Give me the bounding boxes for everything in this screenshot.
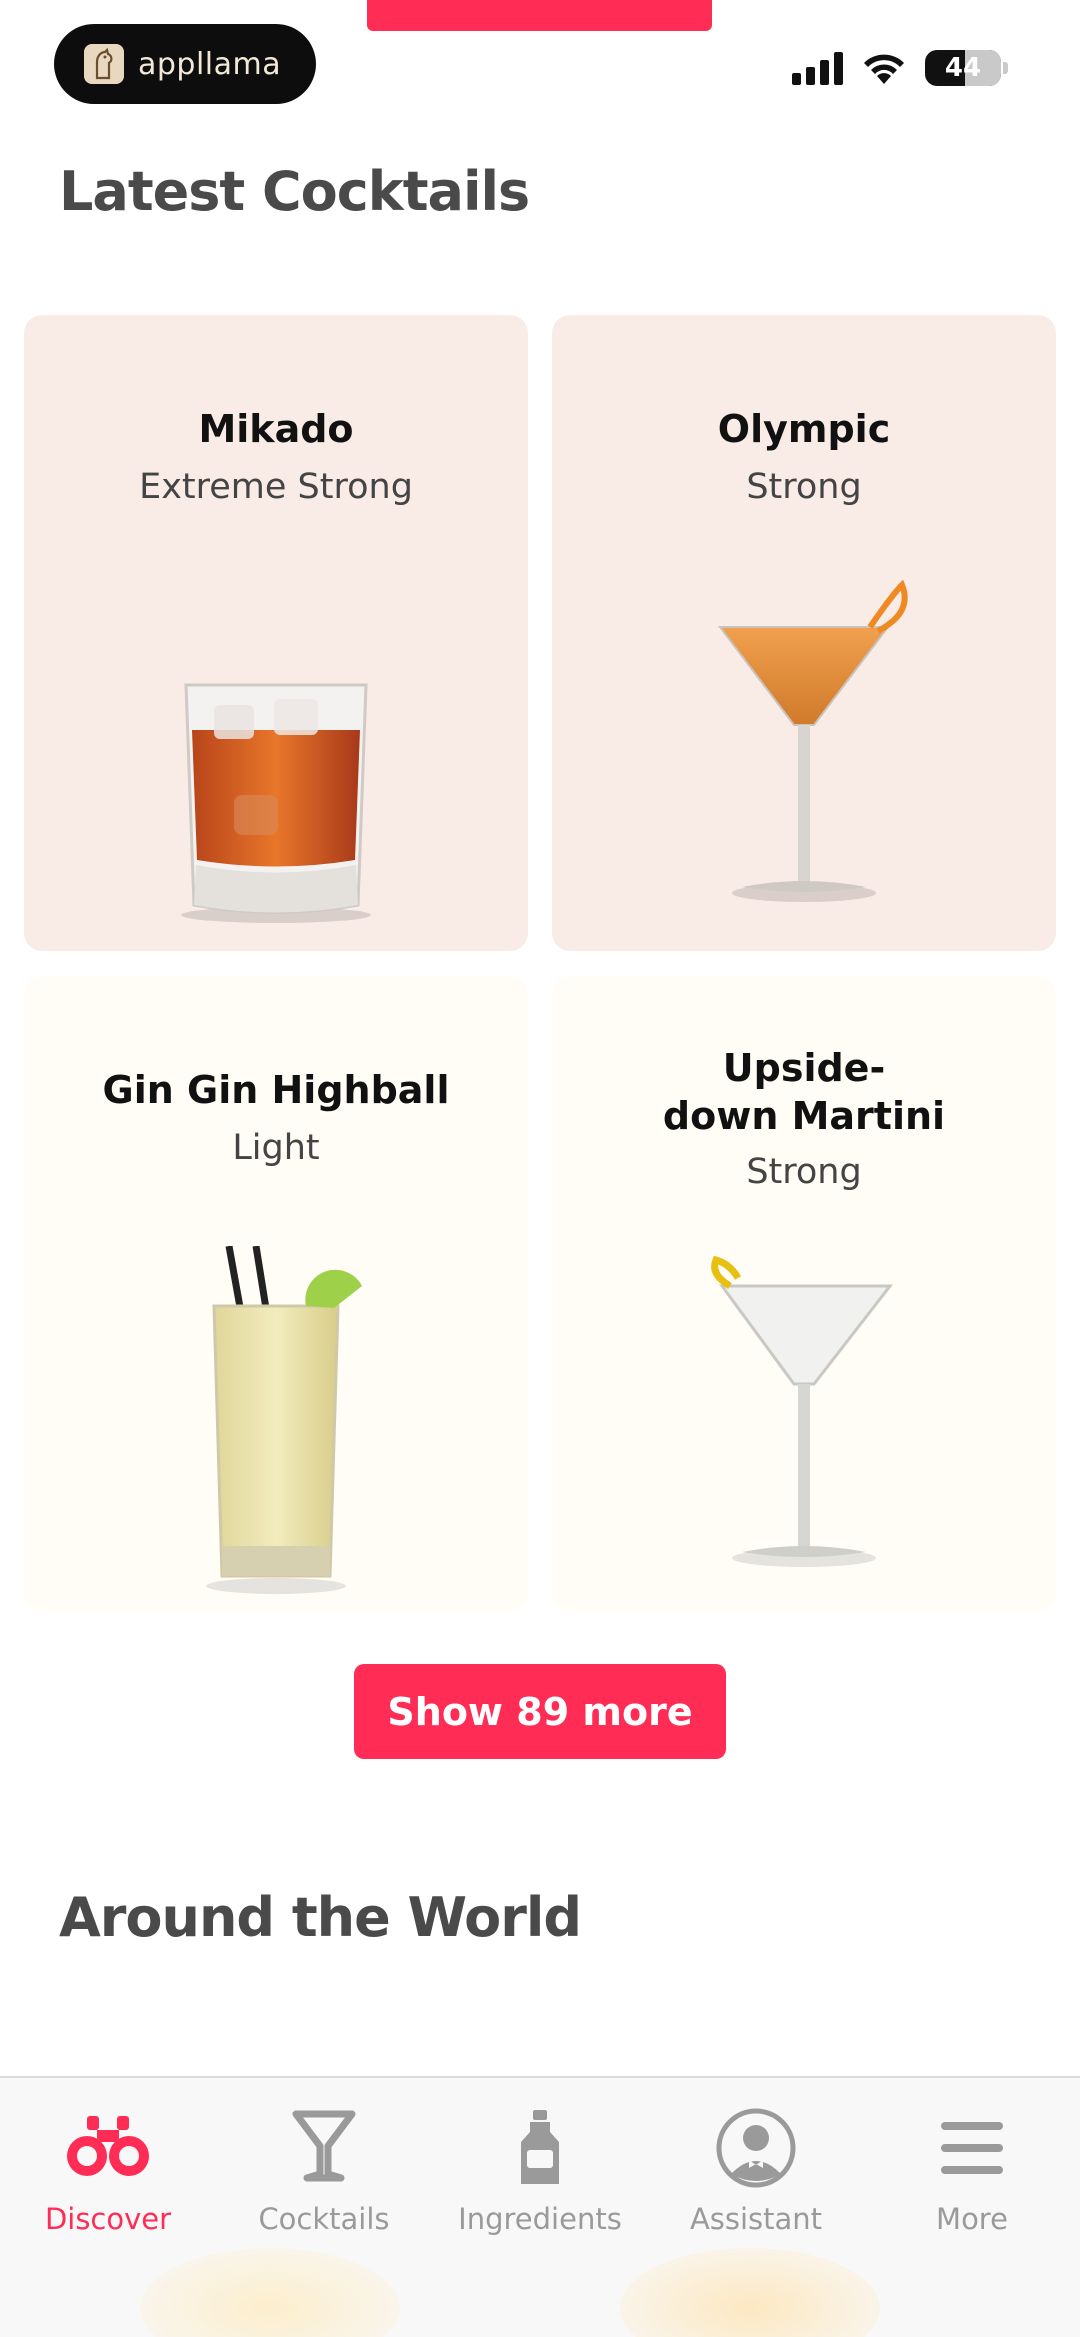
top-banner-tab[interactable] <box>367 0 712 31</box>
show-more-button[interactable]: Show 89 more <box>354 1664 726 1759</box>
around-the-world-title: Around the World <box>59 1886 582 1949</box>
binoculars-icon <box>67 2116 149 2176</box>
tab-assistant[interactable]: Assistant <box>648 2108 864 2248</box>
tab-discover[interactable]: Discover <box>0 2108 216 2248</box>
wifi-icon <box>864 54 904 84</box>
tab-cocktails[interactable]: Cocktails <box>216 2108 432 2248</box>
highball-glass-image <box>206 1246 362 1594</box>
cocktail-name-line-1: Upside- <box>722 1046 886 1090</box>
martini-glass-image <box>717 579 908 902</box>
cocktail-strength: Light <box>232 1128 320 1168</box>
cocktail-card-olympic[interactable]: Olympic Strong <box>552 315 1056 951</box>
tab-label: Cocktails <box>258 2202 390 2236</box>
tab-label: More <box>936 2202 1008 2236</box>
cocktail-name: Gin Gin Highball <box>102 1068 450 1112</box>
cocktail-strength: Strong <box>746 1152 862 1192</box>
status-indicators: 44 <box>792 50 1008 86</box>
cocktail-name-line-2: down Martini <box>662 1094 946 1138</box>
tab-label: Assistant <box>689 2202 823 2236</box>
llama-logo-icon <box>84 44 124 84</box>
cellular-signal-icon <box>792 51 843 85</box>
app-badge-text: appllama <box>138 46 282 82</box>
cocktail-name: Olympic <box>717 407 891 451</box>
cocktail-card-mikado[interactable]: Mikado Extreme Strong <box>24 315 528 951</box>
latest-cocktails-title: Latest Cocktails <box>59 160 530 223</box>
tab-more[interactable]: More <box>864 2108 1080 2248</box>
battery-percentage: 44 <box>944 53 982 83</box>
cocktail-card-gin-gin-highball[interactable]: Gin Gin Highball Light <box>24 976 528 1612</box>
martini-glass-image <box>711 1255 894 1567</box>
cocktail-card-upside-down-martini[interactable]: Upside- down Martini Strong <box>552 976 1056 1612</box>
rocks-glass-image <box>181 683 371 923</box>
tab-label: Ingredients <box>458 2202 622 2236</box>
tab-label: Discover <box>44 2202 172 2236</box>
tab-ingredients[interactable]: Ingredients <box>432 2108 648 2248</box>
cocktail-strength: Strong <box>746 467 862 507</box>
cocktail-glass-icon <box>292 2110 356 2182</box>
bottle-icon <box>521 2110 559 2184</box>
tab-bar: Discover Cocktails Ingredients Assistant <box>0 2076 1080 2337</box>
bartender-icon <box>716 2108 796 2188</box>
app-badge: appllama <box>54 24 316 104</box>
battery-icon: 44 <box>925 50 1001 86</box>
cocktail-strength: Extreme Strong <box>139 467 413 507</box>
menu-icon <box>941 2122 1003 2174</box>
cocktail-name: Mikado <box>198 407 354 451</box>
